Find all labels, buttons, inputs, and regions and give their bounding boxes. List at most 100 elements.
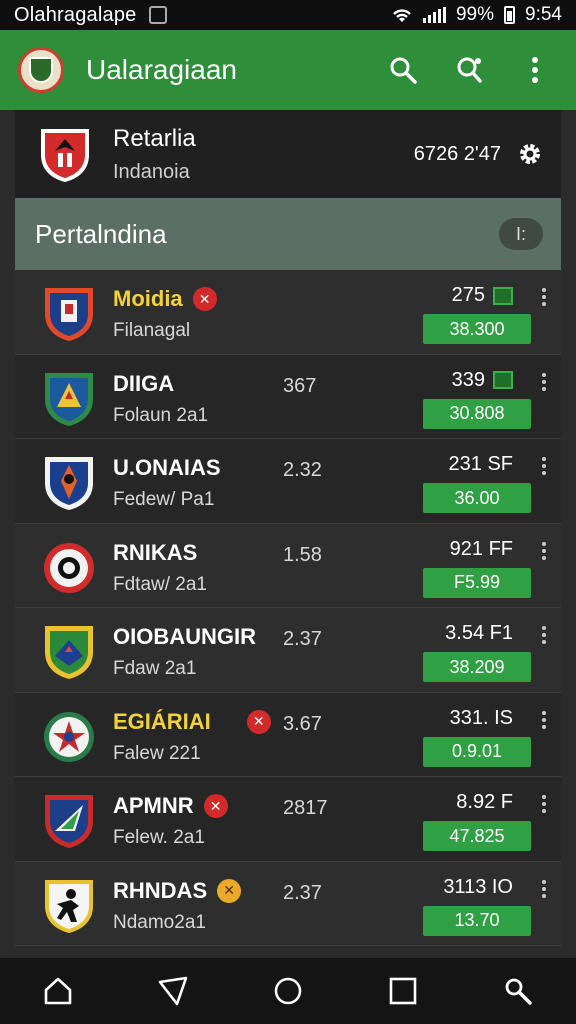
team-name-wrap: U.ONAIAS <box>113 455 221 481</box>
match-odds: 2817 <box>283 797 328 819</box>
team-subtitle: Ndamo2a1 <box>113 911 206 933</box>
score-value: 3.54 F1 <box>445 622 513 644</box>
odds-pill[interactable]: 30.808 <box>423 398 531 429</box>
match-row[interactable]: RHNDAS ✕ Ndamo2a1 2.37 3113 IO 13.70 <box>15 861 561 946</box>
team-subtitle: Fdaw 2a1 <box>113 658 197 679</box>
nav-back-button[interactable] <box>145 966 201 1016</box>
featured-team-name: Retarlia <box>113 124 196 152</box>
share-icon <box>457 57 482 83</box>
match-row[interactable]: EGIÁRIAI ✕ Falew 221 3.67 331. IS 0.9.01 <box>15 692 561 777</box>
recents-icon <box>389 977 417 1005</box>
clock: 9:54 <box>525 4 562 25</box>
row-more-icon[interactable] <box>541 288 547 310</box>
team-crest-icon <box>45 288 93 341</box>
search-icon <box>390 57 417 84</box>
bottom-nav-bar <box>0 958 576 1024</box>
odds-pill[interactable]: 38.300 <box>423 314 531 344</box>
alert-badge-icon: ✕ <box>192 287 217 311</box>
team-crest-icon <box>44 542 94 593</box>
more-vert-icon <box>532 57 538 83</box>
team-crest-icon <box>45 457 93 510</box>
team-name: EGIÁRIAI <box>113 708 211 734</box>
nav-home-button[interactable] <box>30 966 86 1016</box>
team-subtitle: Fdtaw/ 2a1 <box>113 573 207 595</box>
status-bar: Olahragalape 99% 9:54 <box>0 0 576 30</box>
team-name-wrap: OIOBAUNGIR <box>113 624 256 650</box>
row-more-icon[interactable] <box>541 541 547 564</box>
odds-pill[interactable]: 0.9.01 <box>423 736 531 767</box>
share-button[interactable] <box>446 47 492 93</box>
score-value: 275 <box>451 284 485 306</box>
score-value: 231 SF <box>448 453 513 475</box>
team-subtitle: Filanagal <box>113 320 191 341</box>
match-row[interactable]: DIIGA Folaun 2a1 367 339 30.808 <box>15 354 561 439</box>
search-icon <box>505 978 533 1005</box>
score-value: 339 <box>451 368 485 391</box>
team-name-wrap: RHNDAS ✕ <box>113 877 242 904</box>
featured-team-score: 6726 2'47 <box>413 142 501 165</box>
odds-pill[interactable]: 38.209 <box>423 652 531 682</box>
row-more-icon[interactable] <box>541 879 547 902</box>
nav-circle-button[interactable] <box>260 966 316 1016</box>
match-score: 275 <box>452 284 513 307</box>
match-score: 8.92 F <box>456 791 513 814</box>
team-crest-icon <box>45 372 93 426</box>
team-name: APMNR <box>113 793 194 818</box>
settings-gear-icon[interactable] <box>517 141 543 167</box>
match-odds: 2.37 <box>283 881 322 904</box>
team-crest-icon <box>45 626 93 679</box>
match-row[interactable]: RNIKAS Fdtaw/ 2a1 1.58 921 FF F5.99 <box>15 523 561 608</box>
alert-badge-icon: ✕ <box>217 878 242 903</box>
team-crest-icon <box>45 879 93 933</box>
alert-badge-icon: ✕ <box>203 794 228 818</box>
status-bar-title-wrap: Olahragalape <box>14 4 391 27</box>
row-more-icon[interactable] <box>541 626 547 648</box>
team-subtitle: Folaun 2a1 <box>113 404 209 426</box>
row-more-icon[interactable] <box>541 795 547 817</box>
battery-icon <box>504 6 516 24</box>
match-row[interactable]: U.ONAIAS Fedew/ Pa1 2.32 231 SF 36.00 <box>15 439 561 524</box>
nav-search-button[interactable] <box>490 966 546 1016</box>
match-score: 921 FF <box>450 538 513 561</box>
search-button[interactable] <box>380 47 426 93</box>
match-odds: 3.67 <box>283 712 322 735</box>
notification-icon <box>148 6 167 24</box>
app-logo-icon <box>18 47 64 93</box>
team-name: DIIGA <box>113 370 175 396</box>
team-crest-icon <box>41 129 89 182</box>
check-box-icon <box>493 371 513 389</box>
odds-pill[interactable]: F5.99 <box>423 567 531 598</box>
section-header: Pertalndina I: <box>15 198 561 270</box>
check-box-icon <box>493 286 513 305</box>
featured-team-row[interactable]: Retarlia Indanoia 6726 2'47 <box>15 110 561 198</box>
row-more-icon[interactable] <box>541 372 547 395</box>
match-score: 331. IS <box>450 707 513 730</box>
alert-badge-icon: ✕ <box>246 709 271 734</box>
team-name: RHNDAS <box>113 877 208 903</box>
score-value: 8.92 F <box>456 791 513 813</box>
team-crest-icon <box>45 795 93 848</box>
row-more-icon[interactable] <box>541 457 547 479</box>
home-icon <box>44 977 71 1005</box>
featured-team-subtitle: Indanoia <box>113 160 190 183</box>
row-more-icon[interactable] <box>541 710 547 733</box>
score-value: 331. IS <box>449 706 513 729</box>
score-value: 921 FF <box>449 537 513 560</box>
odds-pill[interactable]: 36.00 <box>423 483 531 513</box>
match-score: 339 <box>452 369 513 392</box>
nav-recents-button[interactable] <box>375 966 431 1016</box>
match-row[interactable]: APMNR ✕ Felew. 2a1 2817 8.92 F 47.825 <box>15 777 561 862</box>
team-name: RNIKAS <box>113 539 198 565</box>
more-options-button[interactable] <box>512 47 558 93</box>
odds-pill[interactable]: 13.70 <box>423 905 531 936</box>
wifi-icon <box>393 9 411 22</box>
odds-pill[interactable]: 47.825 <box>423 821 531 851</box>
battery-percent: 99% <box>455 4 495 25</box>
match-row[interactable]: Moidia ✕ Filanagal 275 38.300 <box>15 270 561 355</box>
match-score: 3.54 F1 <box>445 622 513 645</box>
team-name: Moidia <box>113 286 183 311</box>
match-row[interactable]: OIOBAUNGIR Fdaw 2a1 2.37 3.54 F1 38.209 <box>15 608 561 693</box>
match-list: Moidia ✕ Filanagal 275 38.300 DIIGA Fola… <box>15 270 561 946</box>
section-toggle-button[interactable]: I: <box>499 218 543 250</box>
team-name: OIOBAUNGIR <box>113 624 256 649</box>
